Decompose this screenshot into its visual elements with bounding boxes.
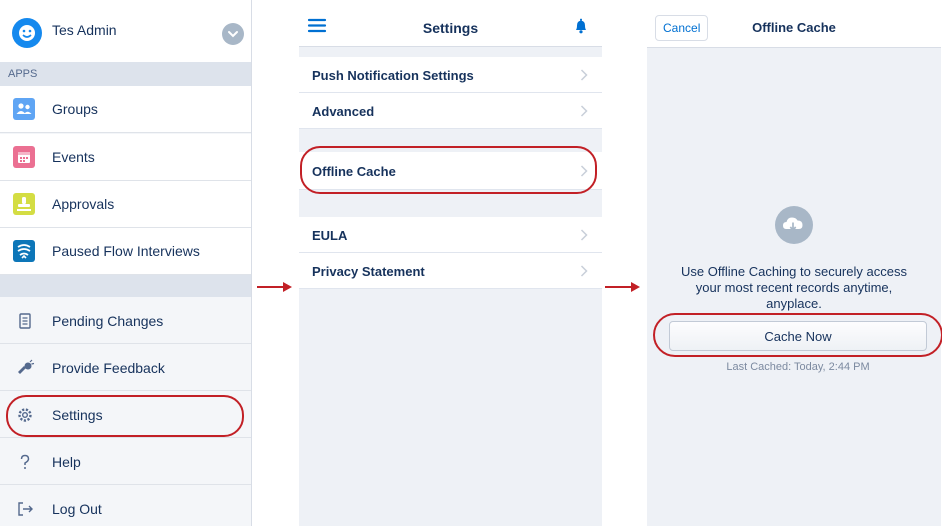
- flow-icon: [13, 240, 35, 262]
- settings-highlight-outline: [6, 395, 244, 437]
- row-label: EULA: [312, 228, 348, 243]
- flow-arrow-icon: [605, 280, 641, 294]
- groups-icon: [13, 98, 35, 120]
- flow-arrow-icon: [257, 280, 293, 294]
- menu-item-provide-feedback[interactable]: Provide Feedback: [0, 345, 251, 391]
- row-label: Push Notification Settings: [312, 68, 474, 83]
- chevron-right-icon: [580, 105, 588, 117]
- notification-bell-icon[interactable]: [571, 16, 593, 38]
- page-title: Settings: [422, 20, 479, 36]
- menu-divider: [0, 275, 251, 297]
- pending-changes-icon: [15, 311, 35, 331]
- menu-item-log-out[interactable]: Log Out: [0, 486, 251, 526]
- offline-cache-highlight-outline: [300, 146, 597, 194]
- question-icon: [15, 452, 35, 472]
- menu-item-label: Log Out: [52, 501, 102, 517]
- chevron-down-icon[interactable]: [222, 23, 244, 45]
- settings-nav-bar: Settings: [299, 0, 602, 47]
- last-cached-timestamp: Last Cached: Today, 2:44 PM: [726, 361, 870, 373]
- chevron-right-icon: [580, 229, 588, 241]
- menu-item-paused-flow-interviews[interactable]: Paused Flow Interviews: [0, 228, 251, 275]
- menu-item-groups[interactable]: Groups: [0, 86, 251, 133]
- avatar[interactable]: [12, 18, 42, 48]
- row-label: Advanced: [312, 104, 375, 119]
- menu-item-approvals[interactable]: Approvals: [0, 181, 251, 228]
- menu-item-pending-changes[interactable]: Pending Changes: [0, 298, 251, 344]
- user-name: Tes Admin: [52, 22, 117, 38]
- feedback-icon: [15, 358, 35, 378]
- calendar-icon: [13, 146, 35, 168]
- approval-stamp-icon: [13, 193, 35, 215]
- user-header[interactable]: Tes Admin: [0, 0, 251, 62]
- logout-icon: [15, 499, 35, 519]
- row-label: Privacy Statement: [312, 264, 425, 279]
- settings-row-eula[interactable]: EULA: [299, 217, 602, 253]
- settings-row-push-notifications[interactable]: Push Notification Settings: [299, 57, 602, 93]
- chevron-right-icon: [580, 265, 588, 277]
- apps-section-label: APPS: [0, 62, 251, 86]
- settings-panel: Settings Push Notification Settings Adva…: [299, 0, 602, 526]
- menu-item-label: Events: [52, 149, 95, 165]
- menu-item-label: Approvals: [52, 196, 115, 212]
- offline-cache-nav-bar: Cancel Offline Cache: [647, 0, 941, 48]
- offline-cache-message: Use Offline Caching to securely access y…: [681, 264, 907, 311]
- menu-item-label: Groups: [52, 101, 98, 117]
- settings-row-privacy-statement[interactable]: Privacy Statement: [299, 253, 602, 289]
- menu-item-help[interactable]: Help: [0, 439, 251, 485]
- menu-item-events[interactable]: Events: [0, 134, 251, 181]
- menu-item-label: Pending Changes: [52, 313, 164, 329]
- offline-cache-panel: Cancel Offline Cache Use Offline Caching…: [647, 0, 941, 526]
- menu-item-label: Provide Feedback: [52, 360, 165, 376]
- menu-item-label: Help: [52, 454, 81, 470]
- menu-item-label: Paused Flow Interviews: [52, 243, 200, 259]
- cache-now-highlight-outline: [653, 313, 942, 357]
- navigation-menu-panel: Tes Admin APPS Groups Events Approvals P…: [0, 0, 252, 526]
- cloud-download-icon: [774, 205, 814, 245]
- chevron-right-icon: [580, 69, 588, 81]
- settings-row-advanced[interactable]: Advanced: [299, 93, 602, 129]
- page-title: Offline Cache: [752, 20, 836, 35]
